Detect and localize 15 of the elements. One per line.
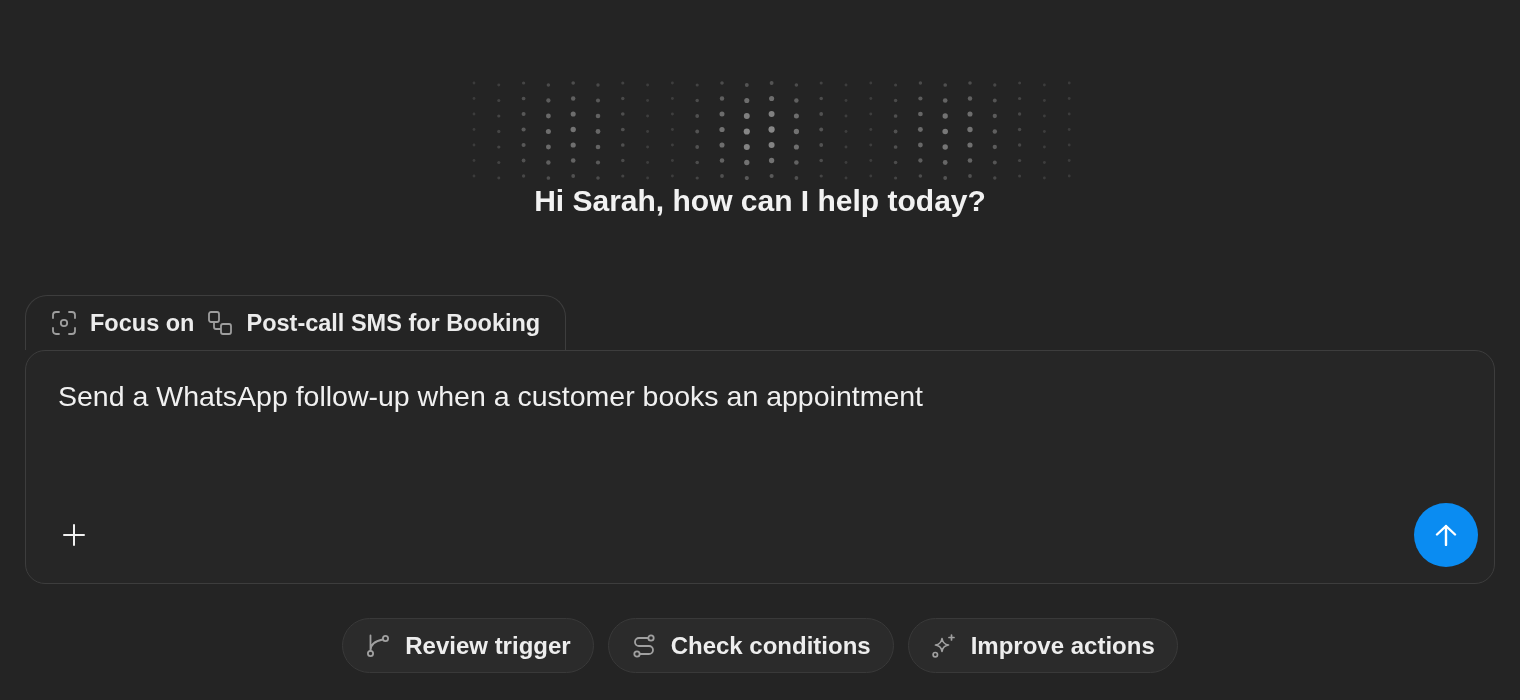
- branch-icon: [366, 633, 391, 658]
- sparkle-icon: [931, 633, 956, 658]
- plus-icon: [63, 524, 85, 546]
- focus-icon: [52, 311, 76, 335]
- suggestion-chip[interactable]: Review trigger: [342, 618, 594, 673]
- greeting-heading: Hi Sarah, how can I help today?: [534, 183, 986, 219]
- suggestion-chip[interactable]: Check conditions: [607, 618, 894, 673]
- workflow-icon: [208, 311, 233, 335]
- suggestion-chip[interactable]: Improve actions: [907, 618, 1178, 673]
- focus-target: Post-call SMS for Booking: [246, 309, 541, 337]
- message-composer[interactable]: Send a WhatsApp follow-up when a customer books an appointment: [25, 350, 1495, 584]
- route-icon: [631, 633, 656, 658]
- focus-label: Focus on: [90, 309, 195, 337]
- message-input[interactable]: Send a WhatsApp follow-up when a customer books an appointment: [58, 378, 1462, 450]
- arrow-up-icon: [1435, 524, 1457, 546]
